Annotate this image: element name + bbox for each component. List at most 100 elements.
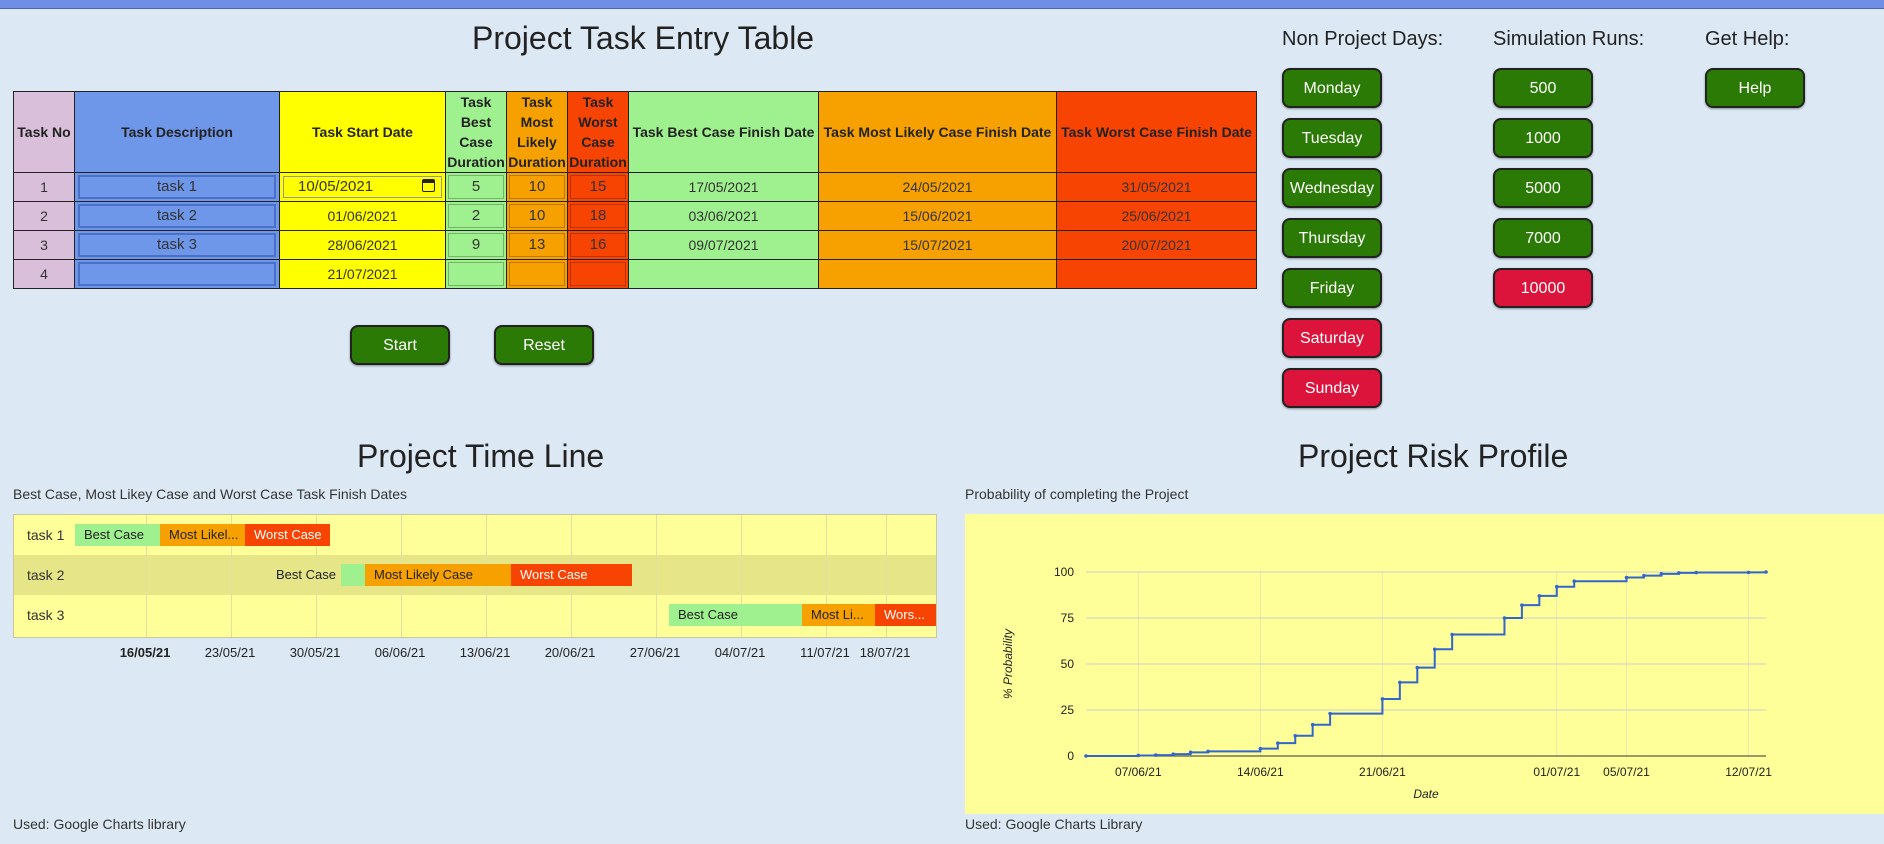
task-no-cell: 3	[13, 230, 75, 260]
table-row: 4 21/07/2021	[13, 259, 1257, 289]
risk-data-point	[1293, 733, 1298, 738]
header-worst-duration: Task Worst Case Duration	[567, 91, 629, 173]
worst-duration-input[interactable]	[570, 262, 626, 286]
risk-data-point	[1380, 697, 1385, 701]
worst-duration-cell[interactable]: 16	[567, 230, 629, 260]
most-likely-duration-input[interactable]	[509, 262, 565, 286]
timeline-tick-label: 13/06/21	[459, 645, 511, 660]
task-description-cell[interactable]: task 2	[74, 201, 280, 231]
risk-caption: Probability of completing the Project	[965, 486, 1189, 502]
risk-footer: Used: Google Charts Library	[965, 816, 1143, 832]
timeline-title: Project Time Line	[357, 438, 605, 474]
timeline-bar-most-likely: Most Li...	[802, 604, 875, 626]
worst-duration-input[interactable]: 18	[570, 204, 626, 228]
risk-data-point	[1572, 579, 1577, 583]
most-likely-duration-cell[interactable]: 10	[506, 201, 568, 231]
risk-data-point	[1450, 632, 1454, 637]
best-duration-input[interactable]: 9	[448, 233, 504, 257]
best-duration-cell[interactable]: 9	[445, 230, 507, 260]
task-no-cell: 4	[13, 259, 75, 289]
risk-data-point	[1310, 722, 1315, 727]
task-description-input[interactable]: task 2	[78, 204, 276, 228]
best-duration-cell[interactable]	[445, 259, 507, 289]
risk-data-point	[1171, 752, 1175, 756]
runs-button-500[interactable]: 500	[1493, 68, 1593, 108]
task-description-cell[interactable]: task 1	[74, 172, 280, 202]
most-likely-duration-cell[interactable]	[506, 259, 568, 289]
header-best-duration: Task Best Case Duration	[445, 91, 507, 173]
risk-x-tick-label: 05/07/21	[1603, 765, 1650, 779]
most-likely-duration-input[interactable]: 13	[509, 233, 565, 257]
day-button-wednesday[interactable]: Wednesday	[1282, 168, 1382, 208]
task-description-cell[interactable]	[74, 259, 280, 289]
most-likely-duration-input[interactable]: 10	[509, 204, 565, 228]
risk-data-point	[1694, 570, 1699, 575]
day-button-monday[interactable]: Monday	[1282, 68, 1382, 108]
best-duration-input[interactable]: 2	[448, 204, 504, 228]
worst-duration-cell[interactable]	[567, 259, 629, 289]
timeline-chart: task 1 task 2 task 3 Best Case Most Like…	[13, 514, 937, 638]
risk-x-axis-title: Date	[1413, 787, 1439, 801]
most-likely-duration-input[interactable]: 10	[509, 175, 565, 199]
table-row: 3 task 3 28/06/2021 9 13 16 09/07/2021 1…	[13, 230, 1257, 260]
task-description-input[interactable]: task 3	[78, 233, 276, 257]
best-finish-cell: 17/05/2021	[628, 172, 819, 202]
task-start-cell: 01/06/2021	[279, 201, 446, 231]
runs-button-1000[interactable]: 1000	[1493, 118, 1593, 158]
help-button[interactable]: Help	[1705, 68, 1805, 108]
risk-data-point	[1764, 570, 1768, 574]
calendar-icon[interactable]	[422, 179, 435, 192]
task-entry-table: Task No Task Description Task Start Date…	[13, 91, 1257, 289]
timeline-tick-label: 11/07/21	[800, 645, 850, 660]
task-description-input[interactable]	[78, 262, 276, 286]
worst-duration-input[interactable]: 16	[570, 233, 626, 257]
task-description-cell[interactable]: task 3	[74, 230, 280, 260]
timeline-bar-best: Best Case	[75, 524, 160, 546]
risk-data-point	[1398, 680, 1402, 685]
timeline-bar-most-likely: Most Likely Case	[365, 564, 511, 586]
risk-title: Project Risk Profile	[1298, 438, 1569, 474]
best-duration-input[interactable]	[448, 262, 504, 286]
risk-y-tick-label: 25	[1061, 703, 1075, 717]
day-button-sunday[interactable]: Sunday	[1282, 368, 1382, 408]
risk-data-point	[1554, 584, 1559, 589]
timeline-task-label: task 2	[27, 567, 65, 583]
most-likely-finish-cell: 15/07/2021	[818, 230, 1057, 260]
timeline-bar-most-likely: Most Likel...	[160, 524, 245, 546]
day-button-friday[interactable]: Friday	[1282, 268, 1382, 308]
risk-data-point	[1642, 573, 1646, 578]
worst-duration-input[interactable]: 15	[570, 175, 626, 199]
runs-button-10000[interactable]: 10000	[1493, 268, 1593, 308]
task-start-cell: 28/06/2021	[279, 230, 446, 260]
best-finish-cell: 09/07/2021	[628, 230, 819, 260]
most-likely-duration-cell[interactable]: 10	[506, 172, 568, 202]
best-duration-cell[interactable]: 2	[445, 201, 507, 231]
day-button-saturday[interactable]: Saturday	[1282, 318, 1382, 358]
risk-y-axis-title: % Probability	[1001, 628, 1015, 699]
worst-duration-cell[interactable]: 15	[567, 172, 629, 202]
start-date-input[interactable]: 10/05/2021	[283, 176, 442, 198]
header-best-finish: Task Best Case Finish Date	[628, 91, 819, 173]
risk-data-point	[1746, 570, 1751, 575]
day-button-thursday[interactable]: Thursday	[1282, 218, 1382, 258]
timeline-tick-label: 16/05/21	[119, 645, 171, 660]
best-duration-input[interactable]: 5	[448, 175, 504, 199]
most-likely-duration-cell[interactable]: 13	[506, 230, 568, 260]
worst-finish-cell: 20/07/2021	[1056, 230, 1257, 260]
risk-data-point	[1084, 754, 1088, 758]
start-button[interactable]: Start	[350, 325, 450, 365]
most-likely-finish-cell	[818, 259, 1057, 289]
reset-button[interactable]: Reset	[494, 325, 594, 365]
risk-data-point	[1206, 749, 1210, 754]
worst-duration-cell[interactable]: 18	[567, 201, 629, 231]
day-button-tuesday[interactable]: Tuesday	[1282, 118, 1382, 158]
risk-x-tick-label: 21/06/21	[1359, 765, 1406, 779]
best-finish-cell	[628, 259, 819, 289]
risk-x-tick-label: 14/06/21	[1237, 765, 1284, 779]
best-duration-cell[interactable]: 5	[445, 172, 507, 202]
task-no-cell: 2	[13, 201, 75, 231]
runs-button-7000[interactable]: 7000	[1493, 218, 1593, 258]
task-description-input[interactable]: task 1	[78, 175, 276, 199]
task-start-cell[interactable]: 10/05/2021	[279, 172, 446, 202]
runs-button-5000[interactable]: 5000	[1493, 168, 1593, 208]
